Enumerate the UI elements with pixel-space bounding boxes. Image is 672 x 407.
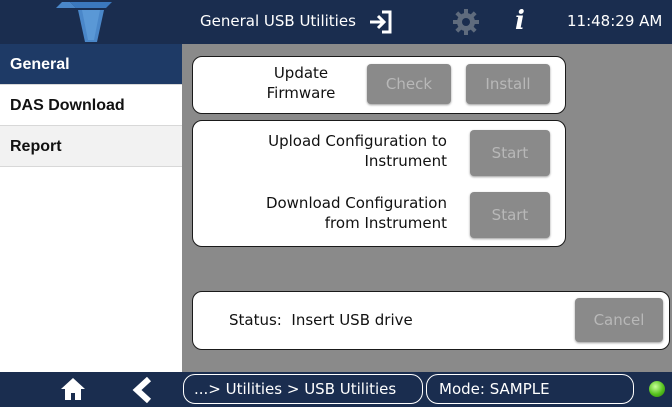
sidebar-item-general[interactable]: General [0,44,182,85]
back-icon[interactable] [132,377,154,403]
firmware-label: Update Firmware [251,63,351,103]
sidebar-item-report[interactable]: Report [0,126,182,167]
status-label: Status: [229,311,282,329]
configuration-panel: Upload Configuration to Instrument Start… [192,120,566,247]
check-button[interactable]: Check [367,64,451,104]
sidebar-item-label: Report [10,138,62,155]
download-start-button[interactable]: Start [470,192,550,238]
install-button[interactable]: Install [466,64,550,104]
sidebar-item-das-download[interactable]: DAS Download [0,85,182,126]
top-bar: General USB Utilities i 11:48:29 AM [0,0,672,44]
logo-icon [56,2,112,42]
upload-config-line1: Upload Configuration to [268,132,447,150]
download-config-line2: from Instrument [324,214,447,232]
upload-config-label: Upload Configuration to Instrument [268,131,447,171]
status-panel: Status: Insert USB drive Cancel [192,291,670,350]
upload-config-line2: Instrument [364,152,447,170]
status-led-icon [649,381,665,397]
bottom-bar: ...> Utilities > USB Utilities Mode: SAM… [0,372,672,407]
mode-indicator: Mode: SAMPLE [426,374,634,404]
firmware-label-line1: Update [273,64,329,82]
page-title: General USB Utilities [200,12,356,30]
info-icon[interactable]: i [515,5,525,37]
home-icon[interactable] [60,377,86,401]
status-value: Insert USB drive [291,311,413,329]
firmware-label-line2: Firmware [266,84,336,102]
download-config-line1: Download Configuration [265,194,447,212]
clock: 11:48:29 AM [567,12,663,30]
sidebar-item-label: General [10,56,70,73]
upload-start-button[interactable]: Start [470,130,550,176]
firmware-panel: Update Firmware Check Install [192,56,566,114]
sidebar-item-label: DAS Download [10,97,125,114]
breadcrumb: ...> Utilities > USB Utilities [183,374,423,404]
download-config-label: Download Configuration from Instrument [266,193,447,233]
status-text: Status: Insert USB drive [229,310,413,330]
sidebar: General DAS Download Report [0,44,182,372]
cancel-button[interactable]: Cancel [575,298,663,342]
exit-icon[interactable] [368,9,394,35]
gear-icon[interactable] [452,8,480,36]
